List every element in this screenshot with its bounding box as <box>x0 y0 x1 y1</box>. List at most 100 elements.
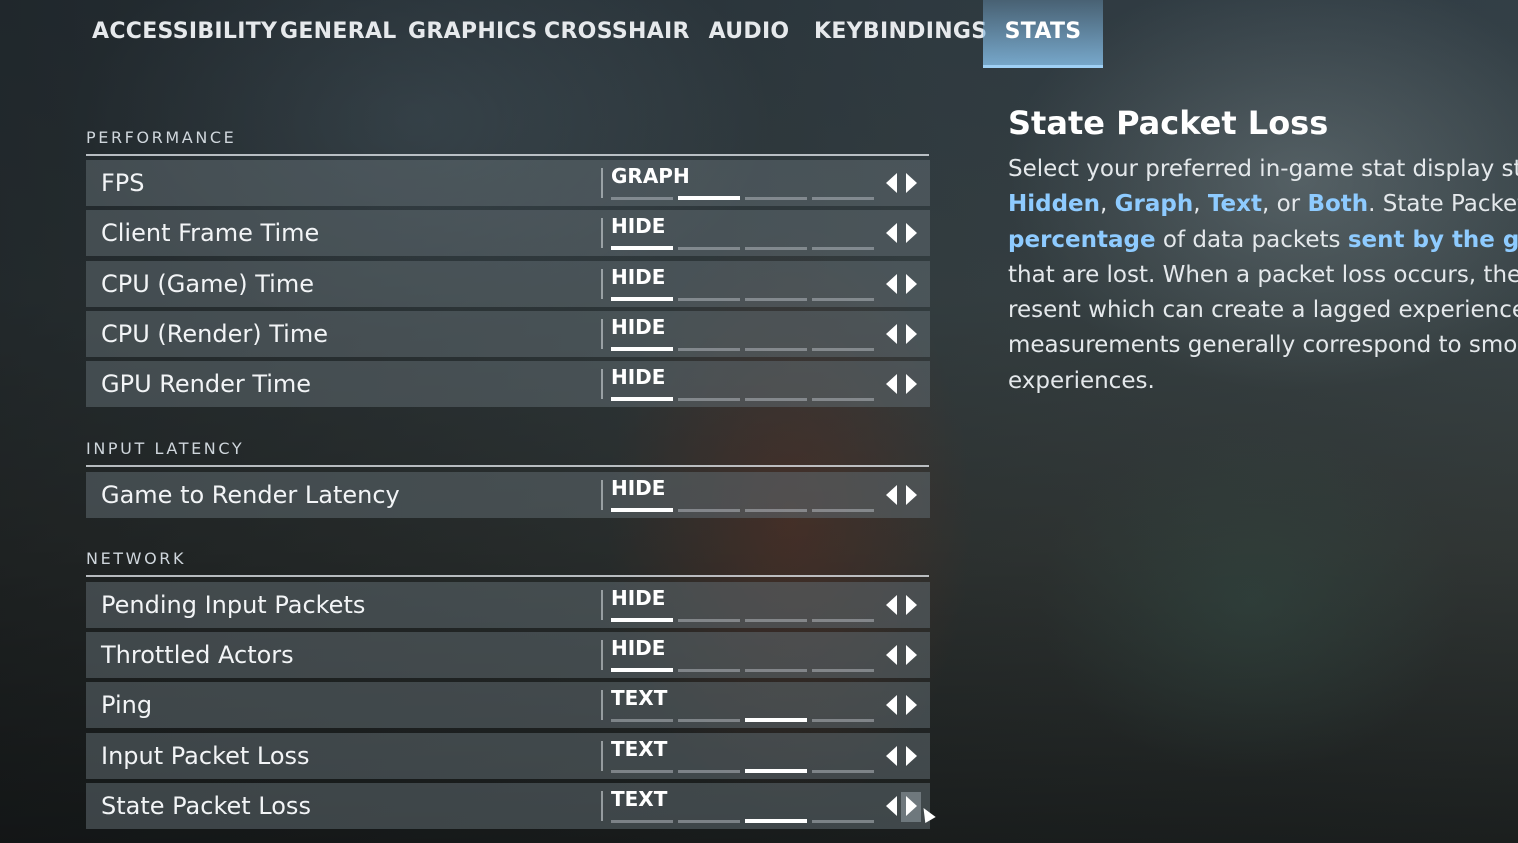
tab-stats[interactable]: STATS <box>983 0 1103 68</box>
option-indicator-segment <box>611 668 673 672</box>
option-indicator-segment <box>745 348 807 351</box>
section-input-latency: INPUT LATENCY <box>86 439 929 467</box>
option-indicator-segment <box>745 669 807 672</box>
detail-title: State Packet Loss <box>1008 104 1329 142</box>
arrow-left-icon[interactable] <box>886 173 897 193</box>
setting-value: HIDE <box>611 586 666 610</box>
option-indicator-segment <box>678 770 740 773</box>
arrow-left-icon[interactable] <box>886 223 897 243</box>
option-indicator-segment <box>611 297 673 301</box>
stat-setting-row[interactable]: Game to Render Latency HIDE <box>86 472 930 518</box>
option-indicator-segment <box>745 718 807 722</box>
arrow-right-icon[interactable] <box>906 173 917 193</box>
option-indicator-segment <box>745 769 807 773</box>
stat-setting-row[interactable]: FPS GRAPH <box>86 160 930 206</box>
tab-keybindings[interactable]: KEYBINDINGS <box>814 0 987 68</box>
option-indicator-segment <box>678 669 740 672</box>
setting-label: Input Packet Loss <box>101 742 310 770</box>
option-indicator-segment <box>812 509 874 512</box>
stat-setting-row[interactable]: Ping TEXT <box>86 682 930 728</box>
section-network: NETWORK <box>86 549 929 577</box>
arrow-right-icon[interactable] <box>906 595 917 615</box>
setting-label: State Packet Loss <box>101 792 311 820</box>
setting-value: GRAPH <box>611 164 690 188</box>
setting-label: Game to Render Latency <box>101 481 400 509</box>
option-indicator-segment <box>678 298 740 301</box>
value-divider <box>601 791 603 821</box>
value-divider <box>601 369 603 399</box>
setting-value: HIDE <box>611 636 666 660</box>
arrow-right-icon[interactable] <box>906 324 917 344</box>
detail-text: , or <box>1261 191 1308 218</box>
arrow-right-icon[interactable] <box>906 274 917 294</box>
stat-setting-row[interactable]: Pending Input Packets HIDE <box>86 582 930 628</box>
stat-setting-row[interactable]: Throttled Actors HIDE <box>86 632 930 678</box>
setting-value: TEXT <box>611 737 668 761</box>
arrow-right-icon[interactable] <box>906 485 917 505</box>
setting-value: HIDE <box>611 315 666 339</box>
setting-value: HIDE <box>611 214 666 238</box>
stat-setting-row[interactable]: CPU (Game) Time HIDE <box>86 261 930 307</box>
setting-value: HIDE <box>611 265 666 289</box>
setting-label: FPS <box>101 169 145 197</box>
section-divider <box>86 465 929 467</box>
tab-accessibility[interactable]: ACCESSIBILITY <box>92 0 277 68</box>
arrow-right-icon[interactable] <box>906 746 917 766</box>
option-indicator-segment <box>812 398 874 401</box>
option-indicator-segment <box>611 347 673 351</box>
stat-setting-row[interactable]: State Packet Loss TEXT <box>86 783 936 829</box>
stat-setting-row[interactable]: Input Packet Loss TEXT <box>86 733 930 779</box>
tab-general[interactable]: GENERAL <box>280 0 396 68</box>
setting-label: Ping <box>101 691 153 719</box>
tab-audio[interactable]: AUDIO <box>706 0 792 68</box>
detail-highlight: Text <box>1207 191 1262 218</box>
setting-label: Client Frame Time <box>101 219 320 247</box>
detail-text: , <box>1100 191 1115 218</box>
arrow-left-icon[interactable] <box>886 796 897 816</box>
section-divider <box>86 575 929 577</box>
option-indicator-segment <box>745 197 807 200</box>
value-divider <box>601 741 603 771</box>
option-indicator-segment <box>745 247 807 250</box>
stat-setting-row[interactable]: Client Frame Time HIDE <box>86 210 930 256</box>
arrow-left-icon[interactable] <box>886 746 897 766</box>
option-indicator-segment <box>611 246 673 250</box>
stat-setting-row[interactable]: GPU Render Time HIDE <box>86 361 930 407</box>
arrow-left-icon[interactable] <box>886 695 897 715</box>
section-title: PERFORMANCE <box>86 128 237 147</box>
option-indicator-segment <box>812 298 874 301</box>
option-indicator-segment <box>678 619 740 622</box>
arrow-right-icon[interactable] <box>906 645 917 665</box>
arrow-right-icon[interactable] <box>906 223 917 243</box>
arrow-right-icon[interactable] <box>906 374 917 394</box>
option-indicator-segment <box>745 398 807 401</box>
option-indicator-segment <box>812 197 874 200</box>
arrow-left-icon[interactable] <box>886 595 897 615</box>
detail-description: Select your preferred in-game stat displ… <box>1008 152 1518 399</box>
detail-panel: State Packet Loss Select your preferred … <box>1008 102 1518 399</box>
arrow-left-icon[interactable] <box>886 324 897 344</box>
option-indicator-segment <box>678 719 740 722</box>
setting-label: CPU (Render) Time <box>101 320 328 348</box>
arrow-left-icon[interactable] <box>886 645 897 665</box>
option-indicator-segment <box>745 819 807 823</box>
option-indicator-segment <box>812 247 874 250</box>
setting-value: HIDE <box>611 476 666 500</box>
arrow-right-icon[interactable] <box>906 695 917 715</box>
detail-text: of data packets <box>1155 226 1348 253</box>
arrow-left-icon[interactable] <box>886 274 897 294</box>
arrow-left-icon[interactable] <box>886 374 897 394</box>
arrow-right-icon[interactable] <box>906 796 917 816</box>
option-indicator-segment <box>611 397 673 401</box>
option-indicator-segment <box>678 509 740 512</box>
tab-graphics[interactable]: GRAPHICS <box>408 0 537 68</box>
detail-text: Select your preferred in-game stat displ… <box>1008 156 1518 182</box>
value-divider <box>601 690 603 720</box>
value-divider <box>601 640 603 670</box>
stat-setting-row[interactable]: CPU (Render) Time HIDE <box>86 311 930 357</box>
arrow-left-icon[interactable] <box>886 485 897 505</box>
value-divider <box>601 269 603 299</box>
section-divider <box>86 154 929 156</box>
detail-highlight: Hidden <box>1008 191 1101 218</box>
tab-crosshair[interactable]: CROSSHAIR <box>544 0 689 68</box>
